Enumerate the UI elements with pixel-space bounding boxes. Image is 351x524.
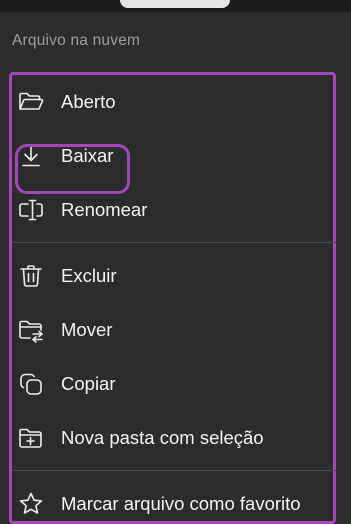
folder-add-icon bbox=[16, 423, 46, 453]
copy-icon bbox=[16, 369, 46, 399]
star-icon bbox=[16, 489, 46, 519]
menu-item-label: Mover bbox=[61, 319, 113, 340]
menu-divider bbox=[12, 470, 336, 471]
menu-item-mark-favorite[interactable]: Marcar arquivo como favorito bbox=[16, 484, 336, 524]
rename-icon bbox=[16, 195, 46, 225]
top-strip-light bbox=[120, 0, 230, 8]
download-highlight bbox=[15, 144, 130, 194]
folder-move-icon bbox=[16, 315, 46, 345]
menu-item-delete[interactable]: Excluir bbox=[16, 256, 336, 296]
top-strip bbox=[0, 0, 351, 12]
menu-item-label: Excluir bbox=[61, 265, 117, 286]
context-menu: Arquivo na nuvem Aberto Baixar Renomear … bbox=[0, 12, 351, 524]
menu-item-label: Marcar arquivo como favorito bbox=[61, 493, 301, 514]
menu-item-move[interactable]: Mover bbox=[16, 310, 336, 350]
menu-item-open[interactable]: Aberto bbox=[16, 82, 336, 122]
menu-header: Arquivo na nuvem bbox=[12, 32, 141, 49]
folder-open-icon bbox=[16, 87, 46, 117]
menu-item-label: Renomear bbox=[61, 199, 148, 220]
menu-item-label: Nova pasta com seleção bbox=[61, 427, 264, 448]
menu-item-new-folder-with-selection[interactable]: Nova pasta com seleção bbox=[16, 418, 336, 458]
menu-item-label: Aberto bbox=[61, 91, 116, 112]
menu-item-label: Copiar bbox=[61, 373, 116, 394]
menu-divider bbox=[12, 242, 336, 243]
trash-icon bbox=[16, 261, 46, 291]
menu-item-rename[interactable]: Renomear bbox=[16, 190, 336, 230]
menu-item-copy[interactable]: Copiar bbox=[16, 364, 336, 404]
